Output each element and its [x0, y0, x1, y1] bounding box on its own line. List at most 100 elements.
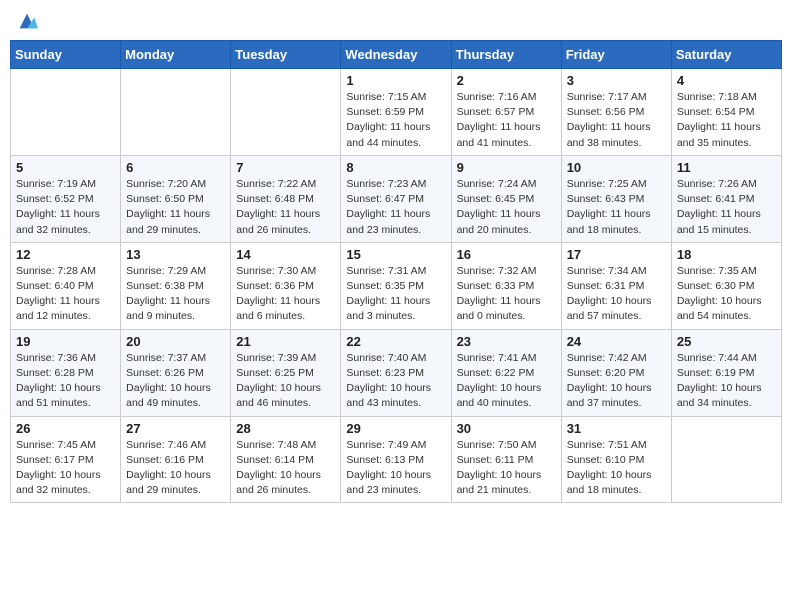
- calendar-day-cell: 11 Sunrise: 7:26 AMSunset: 6:41 PMDayligh…: [671, 155, 781, 242]
- calendar-header-row: SundayMondayTuesdayWednesdayThursdayFrid…: [11, 41, 782, 69]
- day-number: 20: [126, 334, 225, 349]
- day-info: Sunrise: 7:48 AMSunset: 6:14 PMDaylight:…: [236, 438, 335, 499]
- day-number: 14: [236, 247, 335, 262]
- day-number: 27: [126, 421, 225, 436]
- day-number: 18: [677, 247, 776, 262]
- day-info: Sunrise: 7:45 AMSunset: 6:17 PMDaylight:…: [16, 438, 115, 499]
- day-info: Sunrise: 7:24 AMSunset: 6:45 PMDaylight:…: [457, 177, 556, 238]
- day-info: Sunrise: 7:51 AMSunset: 6:10 PMDaylight:…: [567, 438, 666, 499]
- day-number: 12: [16, 247, 115, 262]
- calendar-day-cell: 8 Sunrise: 7:23 AMSunset: 6:47 PMDaylight…: [341, 155, 451, 242]
- calendar-day-cell: 10 Sunrise: 7:25 AMSunset: 6:43 PMDayligh…: [561, 155, 671, 242]
- calendar-day-cell: 2 Sunrise: 7:16 AMSunset: 6:57 PMDaylight…: [451, 69, 561, 156]
- day-info: Sunrise: 7:25 AMSunset: 6:43 PMDaylight:…: [567, 177, 666, 238]
- calendar-day-cell: 24Sunrise: 7:42 AMSunset: 6:20 PMDayligh…: [561, 329, 671, 416]
- calendar-day-cell: 6 Sunrise: 7:20 AMSunset: 6:50 PMDaylight…: [121, 155, 231, 242]
- day-of-week-header: Thursday: [451, 41, 561, 69]
- day-of-week-header: Wednesday: [341, 41, 451, 69]
- day-number: 10: [567, 160, 666, 175]
- calendar-day-cell: 16Sunrise: 7:32 AMSunset: 6:33 PMDayligh…: [451, 242, 561, 329]
- day-number: 28: [236, 421, 335, 436]
- day-info: Sunrise: 7:49 AMSunset: 6:13 PMDaylight:…: [346, 438, 445, 499]
- day-info: Sunrise: 7:18 AMSunset: 6:54 PMDaylight:…: [677, 90, 776, 151]
- day-number: 9: [457, 160, 556, 175]
- calendar-day-cell: 28 Sunrise: 7:48 AMSunset: 6:14 PMDayligh…: [231, 416, 341, 503]
- day-info: Sunrise: 7:41 AMSunset: 6:22 PMDaylight:…: [457, 351, 556, 412]
- day-of-week-header: Tuesday: [231, 41, 341, 69]
- day-number: 6: [126, 160, 225, 175]
- calendar-day-cell: 20Sunrise: 7:37 AMSunset: 6:26 PMDayligh…: [121, 329, 231, 416]
- calendar-day-cell: 15 Sunrise: 7:31 AMSunset: 6:35 PMDayligh…: [341, 242, 451, 329]
- calendar-day-cell: [121, 69, 231, 156]
- calendar-day-cell: 5 Sunrise: 7:19 AMSunset: 6:52 PMDaylight…: [11, 155, 121, 242]
- calendar-day-cell: 26 Sunrise: 7:45 AMSunset: 6:17 PMDayligh…: [11, 416, 121, 503]
- calendar-day-cell: 7 Sunrise: 7:22 AMSunset: 6:48 PMDaylight…: [231, 155, 341, 242]
- day-info: Sunrise: 7:44 AMSunset: 6:19 PMDaylight:…: [677, 351, 776, 412]
- day-number: 11: [677, 160, 776, 175]
- calendar-day-cell: 27 Sunrise: 7:46 AMSunset: 6:16 PMDayligh…: [121, 416, 231, 503]
- day-info: Sunrise: 7:31 AMSunset: 6:35 PMDaylight:…: [346, 264, 445, 325]
- calendar-day-cell: 12Sunrise: 7:28 AMSunset: 6:40 PMDayligh…: [11, 242, 121, 329]
- day-number: 23: [457, 334, 556, 349]
- calendar-day-cell: 23 Sunrise: 7:41 AMSunset: 6:22 PMDayligh…: [451, 329, 561, 416]
- day-number: 29: [346, 421, 445, 436]
- day-of-week-header: Friday: [561, 41, 671, 69]
- day-info: Sunrise: 7:17 AMSunset: 6:56 PMDaylight:…: [567, 90, 666, 151]
- day-number: 1: [346, 73, 445, 88]
- page-header: [10, 10, 782, 32]
- day-number: 5: [16, 160, 115, 175]
- calendar-day-cell: 9 Sunrise: 7:24 AMSunset: 6:45 PMDaylight…: [451, 155, 561, 242]
- day-of-week-header: Saturday: [671, 41, 781, 69]
- logo: [14, 10, 38, 32]
- day-number: 19: [16, 334, 115, 349]
- calendar-day-cell: [231, 69, 341, 156]
- calendar-day-cell: [671, 416, 781, 503]
- day-info: Sunrise: 7:26 AMSunset: 6:41 PMDaylight:…: [677, 177, 776, 238]
- day-number: 15: [346, 247, 445, 262]
- calendar-week-row: 12Sunrise: 7:28 AMSunset: 6:40 PMDayligh…: [11, 242, 782, 329]
- day-number: 13: [126, 247, 225, 262]
- calendar-day-cell: 21 Sunrise: 7:39 AMSunset: 6:25 PMDayligh…: [231, 329, 341, 416]
- day-number: 22: [346, 334, 445, 349]
- calendar-day-cell: 3 Sunrise: 7:17 AMSunset: 6:56 PMDaylight…: [561, 69, 671, 156]
- day-info: Sunrise: 7:34 AMSunset: 6:31 PMDaylight:…: [567, 264, 666, 325]
- calendar-week-row: 19 Sunrise: 7:36 AMSunset: 6:28 PMDayligh…: [11, 329, 782, 416]
- calendar-day-cell: 13Sunrise: 7:29 AMSunset: 6:38 PMDayligh…: [121, 242, 231, 329]
- day-number: 7: [236, 160, 335, 175]
- calendar-day-cell: 18 Sunrise: 7:35 AMSunset: 6:30 PMDayligh…: [671, 242, 781, 329]
- calendar-day-cell: 19 Sunrise: 7:36 AMSunset: 6:28 PMDayligh…: [11, 329, 121, 416]
- calendar-table: SundayMondayTuesdayWednesdayThursdayFrid…: [10, 40, 782, 503]
- day-info: Sunrise: 7:39 AMSunset: 6:25 PMDaylight:…: [236, 351, 335, 412]
- day-number: 4: [677, 73, 776, 88]
- calendar-day-cell: [11, 69, 121, 156]
- day-info: Sunrise: 7:36 AMSunset: 6:28 PMDaylight:…: [16, 351, 115, 412]
- calendar-day-cell: 25 Sunrise: 7:44 AMSunset: 6:19 PMDayligh…: [671, 329, 781, 416]
- calendar-week-row: 26 Sunrise: 7:45 AMSunset: 6:17 PMDayligh…: [11, 416, 782, 503]
- day-number: 2: [457, 73, 556, 88]
- day-info: Sunrise: 7:15 AMSunset: 6:59 PMDaylight:…: [346, 90, 445, 151]
- calendar-day-cell: 4 Sunrise: 7:18 AMSunset: 6:54 PMDaylight…: [671, 69, 781, 156]
- calendar-week-row: 5 Sunrise: 7:19 AMSunset: 6:52 PMDaylight…: [11, 155, 782, 242]
- day-info: Sunrise: 7:19 AMSunset: 6:52 PMDaylight:…: [16, 177, 115, 238]
- day-number: 8: [346, 160, 445, 175]
- calendar-day-cell: 29 Sunrise: 7:49 AMSunset: 6:13 PMDayligh…: [341, 416, 451, 503]
- day-info: Sunrise: 7:35 AMSunset: 6:30 PMDaylight:…: [677, 264, 776, 325]
- day-number: 17: [567, 247, 666, 262]
- day-number: 21: [236, 334, 335, 349]
- day-info: Sunrise: 7:16 AMSunset: 6:57 PMDaylight:…: [457, 90, 556, 151]
- day-of-week-header: Monday: [121, 41, 231, 69]
- day-number: 25: [677, 334, 776, 349]
- day-info: Sunrise: 7:23 AMSunset: 6:47 PMDaylight:…: [346, 177, 445, 238]
- day-info: Sunrise: 7:22 AMSunset: 6:48 PMDaylight:…: [236, 177, 335, 238]
- day-info: Sunrise: 7:20 AMSunset: 6:50 PMDaylight:…: [126, 177, 225, 238]
- day-of-week-header: Sunday: [11, 41, 121, 69]
- day-info: Sunrise: 7:46 AMSunset: 6:16 PMDaylight:…: [126, 438, 225, 499]
- day-info: Sunrise: 7:32 AMSunset: 6:33 PMDaylight:…: [457, 264, 556, 325]
- day-number: 3: [567, 73, 666, 88]
- day-number: 30: [457, 421, 556, 436]
- day-number: 26: [16, 421, 115, 436]
- day-number: 24: [567, 334, 666, 349]
- calendar-day-cell: 31Sunrise: 7:51 AMSunset: 6:10 PMDayligh…: [561, 416, 671, 503]
- calendar-day-cell: 22Sunrise: 7:40 AMSunset: 6:23 PMDayligh…: [341, 329, 451, 416]
- calendar-day-cell: 14Sunrise: 7:30 AMSunset: 6:36 PMDayligh…: [231, 242, 341, 329]
